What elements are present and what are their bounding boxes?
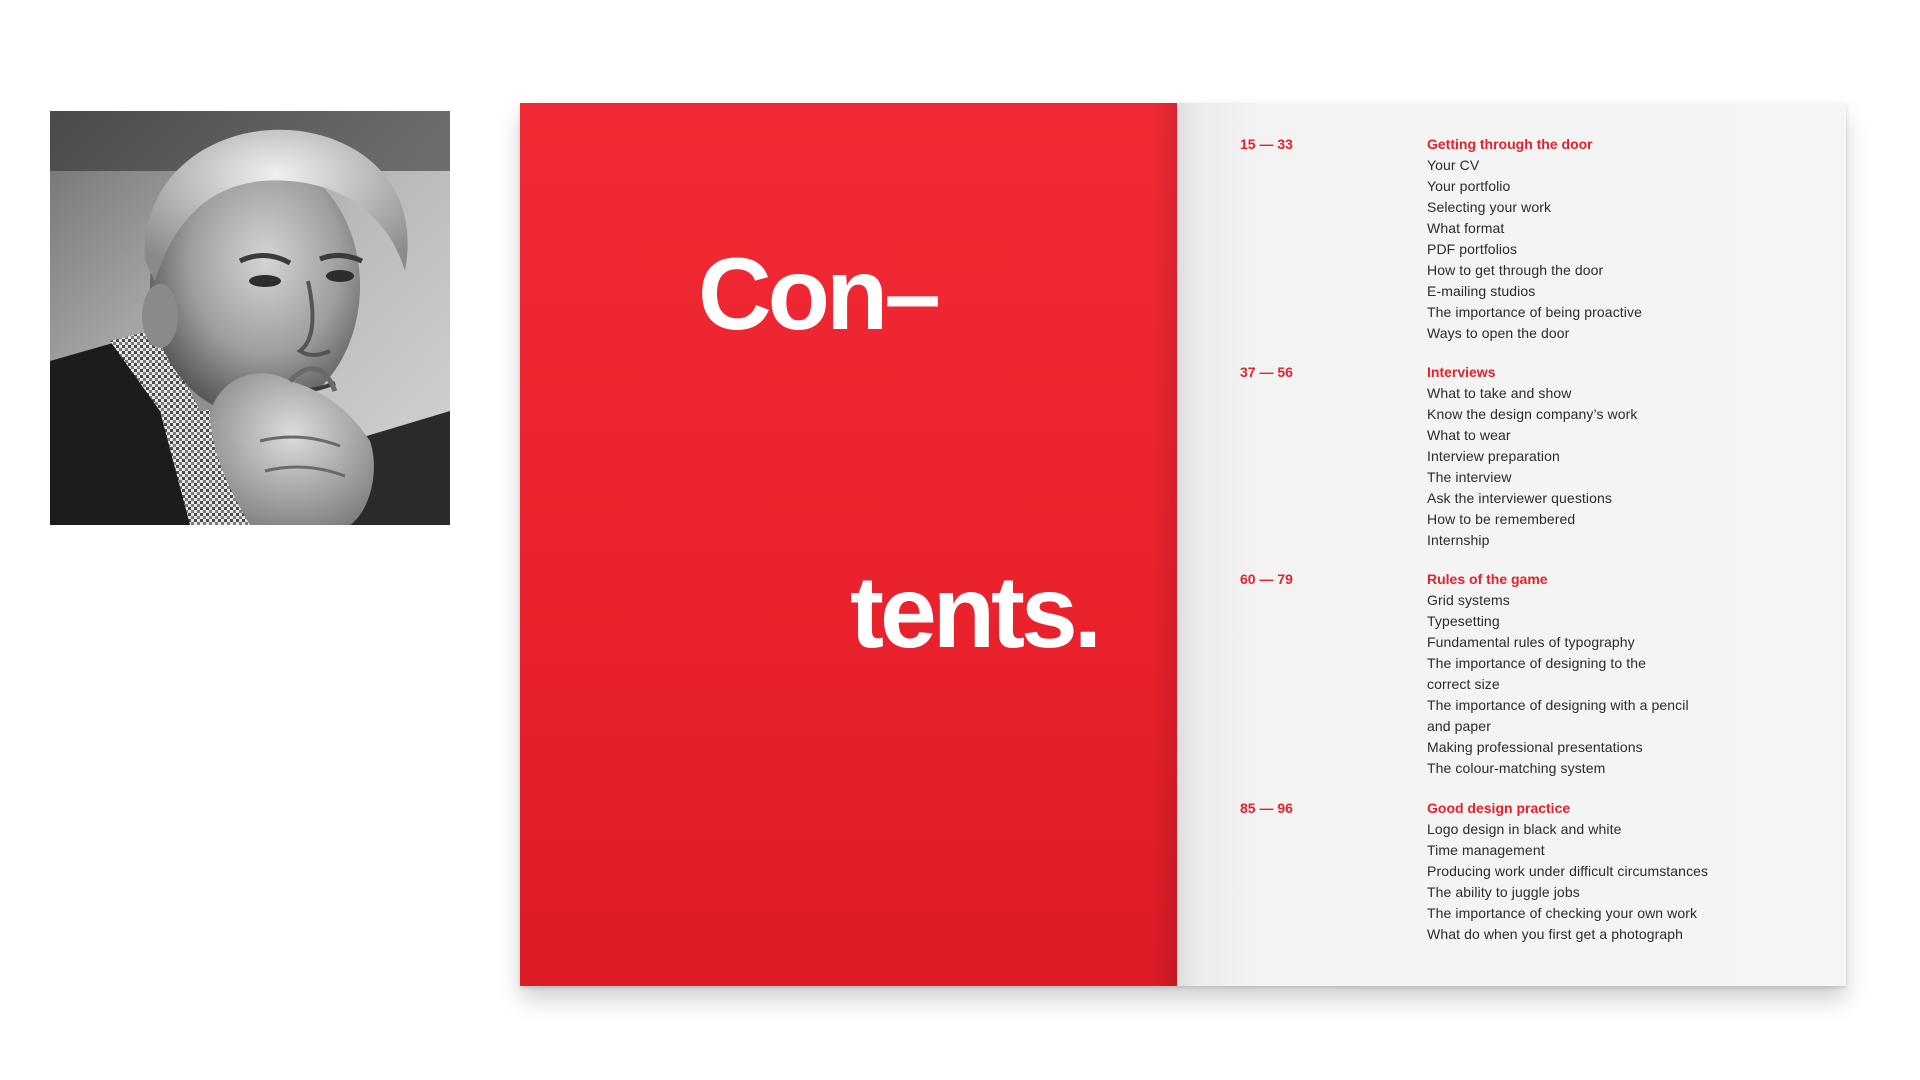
portrait-photo <box>50 111 450 525</box>
toc-item: What to wear <box>1427 427 1511 443</box>
toc-item: What do when you first get a photograph <box>1427 926 1684 942</box>
toc-item: The interview <box>1427 469 1512 485</box>
toc-item: and paper <box>1427 718 1491 734</box>
toc-item: The importance of designing to the <box>1427 655 1646 671</box>
toc-item: Time management <box>1427 842 1545 858</box>
toc-item: Ways to open the door <box>1427 325 1570 341</box>
contents-title-part-1: Con– <box>698 237 941 351</box>
toc-item: Internship <box>1427 532 1490 548</box>
booklet-right-page: 15 — 33 Getting through the door Your CV… <box>1177 103 1846 986</box>
toc-section-heading: Rules of the game <box>1427 571 1548 587</box>
toc-item: Ask the interviewer questions <box>1427 490 1612 506</box>
toc-item: Logo design in black and white <box>1427 821 1622 837</box>
toc-list: Rules of the game Grid systems Typesetti… <box>1427 569 1689 779</box>
toc-item: Interview preparation <box>1427 448 1560 464</box>
toc-list: Good design practice Logo design in blac… <box>1427 798 1708 945</box>
toc-item: Your CV <box>1427 157 1480 173</box>
toc-item: What to take and show <box>1427 385 1572 401</box>
booklet-left-page: Con– tents. <box>520 103 1177 986</box>
toc-item: Typesetting <box>1427 613 1500 629</box>
toc-section-heading: Interviews <box>1427 364 1496 380</box>
toc-item: Grid systems <box>1427 592 1510 608</box>
open-booklet: Con– tents. 15 — 33 Getting through the … <box>520 103 1846 986</box>
toc-item: The importance of being proactive <box>1427 304 1642 320</box>
toc-item: Know the design company’s work <box>1427 406 1638 422</box>
toc-item: Fundamental rules of typography <box>1427 634 1635 650</box>
toc-item: The importance of designing with a penci… <box>1427 697 1689 713</box>
toc-item: Producing work under difficult circumsta… <box>1427 863 1709 879</box>
toc-page-range: 15 — 33 <box>1240 136 1293 152</box>
contents-title-part-2: tents. <box>850 555 1102 669</box>
toc-item: Making professional presentations <box>1427 739 1643 755</box>
toc-section-heading: Good design practice <box>1427 800 1571 816</box>
toc-item: E-mailing studios <box>1427 283 1536 299</box>
toc-item: The colour-matching system <box>1427 760 1606 776</box>
toc-list: Getting through the door Your CV Your po… <box>1427 134 1642 344</box>
toc-page-range: 37 — 56 <box>1240 364 1293 380</box>
toc-item: The ability to juggle jobs <box>1427 884 1580 900</box>
toc-item: What format <box>1427 220 1505 236</box>
toc-page-range: 60 — 79 <box>1240 571 1293 587</box>
toc-list: Interviews What to take and show Know th… <box>1427 362 1638 551</box>
toc-page-range: 85 — 96 <box>1240 800 1293 816</box>
toc-item: The importance of checking your own work <box>1427 905 1698 921</box>
toc-item: How to get through the door <box>1427 262 1604 278</box>
toc-section-heading: Getting through the door <box>1427 136 1593 152</box>
toc-item: How to be remembered <box>1427 511 1576 527</box>
toc-item: Your portfolio <box>1427 178 1511 194</box>
portrait-illustration <box>50 111 450 525</box>
toc-item: correct size <box>1427 676 1500 692</box>
toc-item: PDF portfolios <box>1427 241 1518 257</box>
toc-item: Selecting your work <box>1427 199 1552 215</box>
